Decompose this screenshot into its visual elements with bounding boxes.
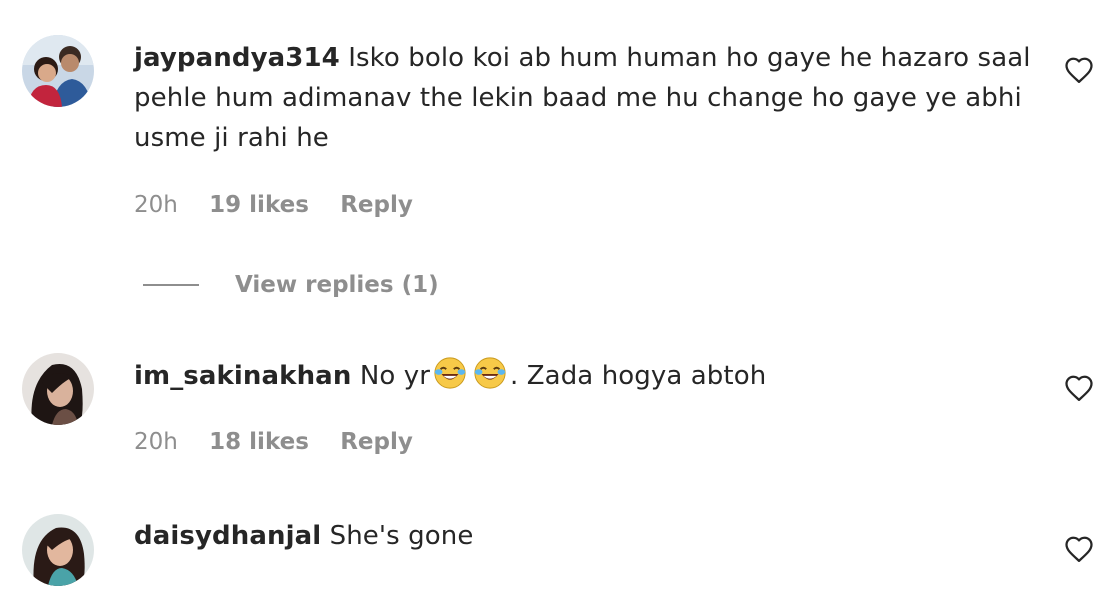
comment-meta: 20h 19 likes Reply xyxy=(134,192,437,218)
comment-username[interactable]: daisydhanjal xyxy=(134,521,321,551)
comment-body: daisydhanjal She's gone xyxy=(134,516,1034,556)
heart-icon[interactable] xyxy=(1064,374,1094,402)
comment-body: jaypandya314 Isko bolo koi ab hum human … xyxy=(134,38,1034,158)
face-with-tears-of-joy-icon xyxy=(474,357,506,389)
avatar[interactable] xyxy=(22,514,94,586)
comment-timestamp[interactable]: 20h xyxy=(134,192,178,218)
comment-username[interactable]: jaypandya314 xyxy=(134,43,340,73)
comment-text: She's gone xyxy=(329,521,474,551)
comment-likes[interactable]: 19 likes xyxy=(209,192,309,218)
avatar[interactable] xyxy=(22,35,94,107)
reply-button[interactable]: Reply xyxy=(340,429,413,455)
comment-meta: 20h 18 likes Reply xyxy=(134,429,437,455)
comment-text-after: . Zada hogya abtoh xyxy=(510,361,767,391)
view-replies-divider xyxy=(143,284,199,286)
view-replies-label: View replies (1) xyxy=(235,272,439,298)
comment-username[interactable]: im_sakinakhan xyxy=(134,361,351,391)
comment-body: im_sakinakhan No yr . Zada hogya abtoh xyxy=(134,356,1034,396)
avatar[interactable] xyxy=(22,353,94,425)
heart-icon[interactable] xyxy=(1064,535,1094,563)
heart-icon[interactable] xyxy=(1064,56,1094,84)
reply-button[interactable]: Reply xyxy=(340,192,413,218)
comment-timestamp[interactable]: 20h xyxy=(134,429,178,455)
comment-likes[interactable]: 18 likes xyxy=(209,429,309,455)
view-replies-button[interactable]: View replies (1) xyxy=(143,270,439,300)
face-with-tears-of-joy-icon xyxy=(434,357,466,389)
comment-text-before: No yr xyxy=(359,361,431,391)
